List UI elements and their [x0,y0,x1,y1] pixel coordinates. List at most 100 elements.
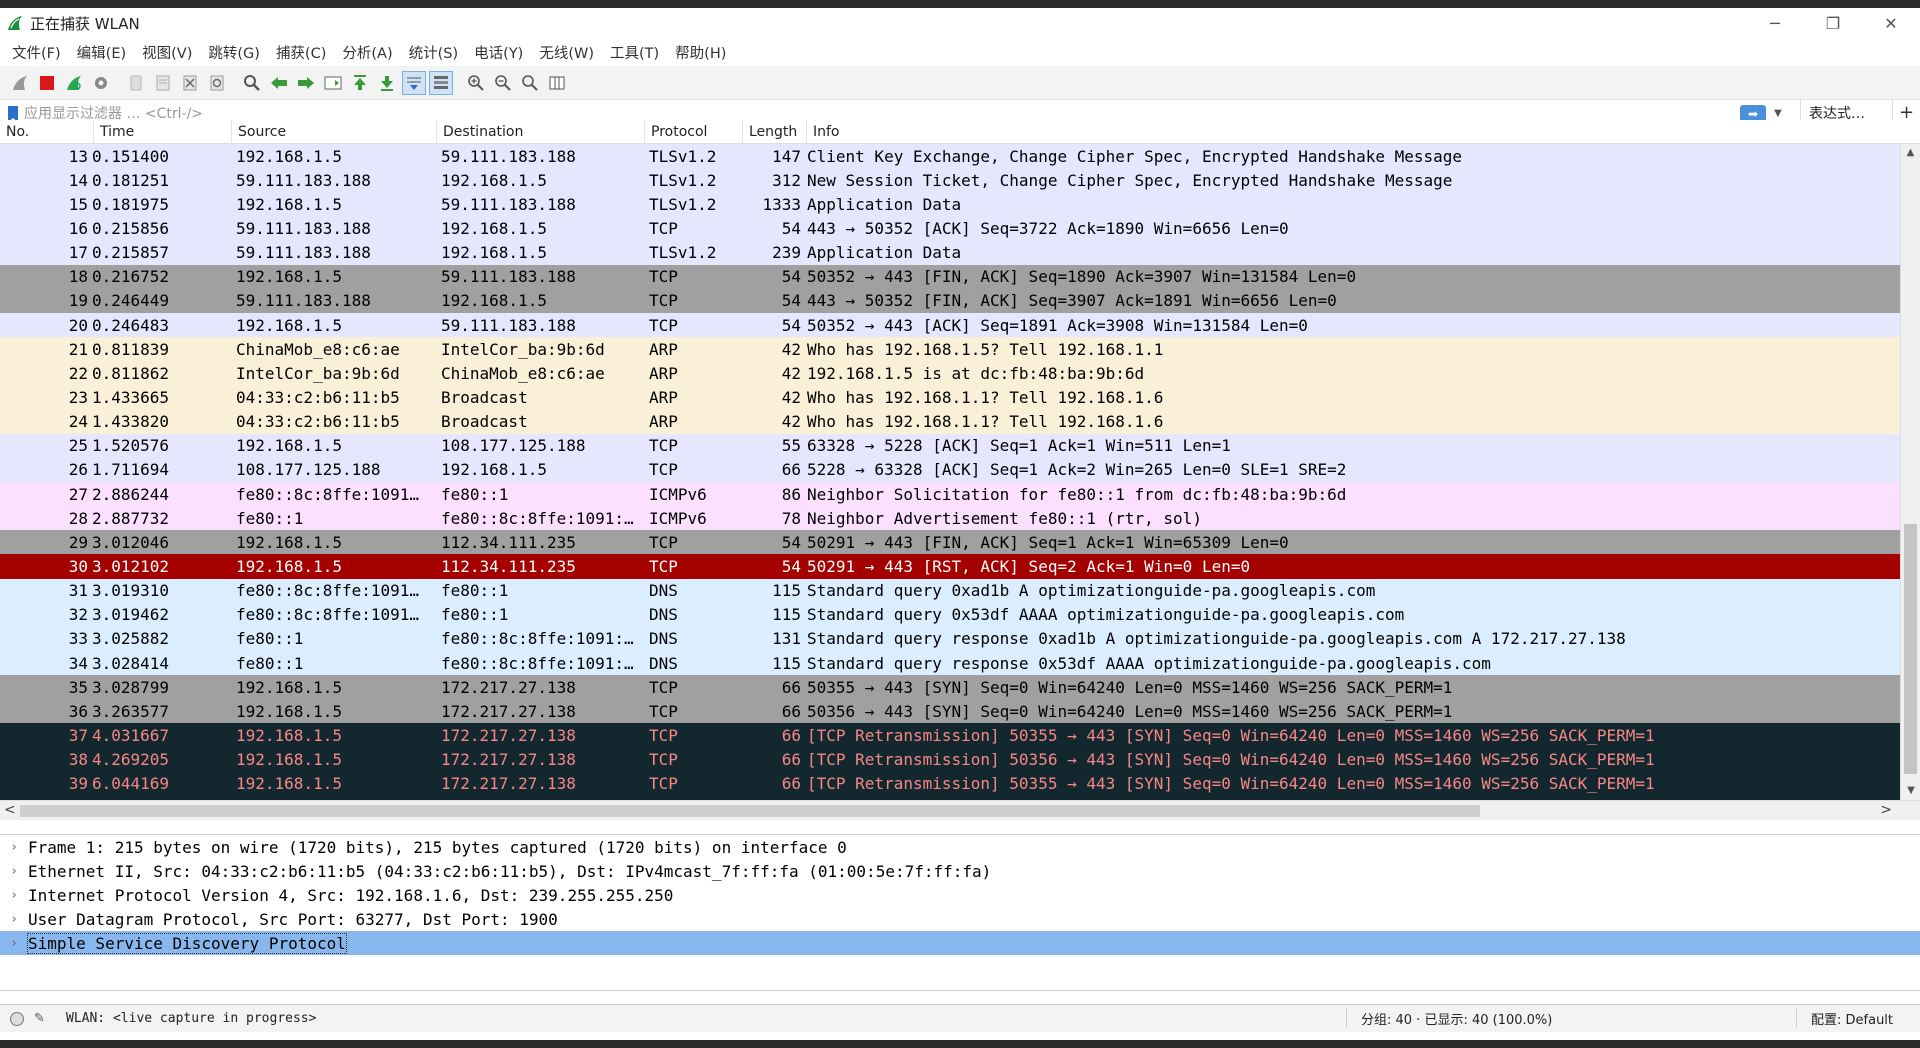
packet-info: [TCP Retransmission] 50356 → 443 [SYN] S… [807,750,1655,770]
packet-row[interactable]: 38 4.269205 192.168.1.5 172.217.27.138 TCP 66… [0,747,1900,772]
column-protocol[interactable]: Protocol [645,119,743,144]
detail-tree-item[interactable]: › Ethernet II, Src: 04:33:c2:b6:11:b5 (04… [0,859,1920,883]
packet-row[interactable]: 26 1.711694 108.177.125.188 192.168.1.5 TCP 6… [0,457,1900,482]
packet-row[interactable]: 31 3.019310 fe80::8c:8ffe:1091… fe80::1 DNS 1… [0,578,1900,603]
menu-statistics[interactable]: 统计(S) [401,42,467,63]
expand-chevron-icon[interactable]: › [0,888,28,903]
zoom-normal-icon[interactable] [518,71,542,95]
scroll-right-icon[interactable]: > [1880,802,1892,818]
zoom-in-icon[interactable] [464,71,488,95]
packet-row[interactable]: 13 0.151400 192.168.1.5 59.111.183.188 TLSv1… [0,144,1900,169]
capture-comment-icon[interactable]: ✎ [34,1011,50,1026]
horizontal-scroll-thumb[interactable] [20,805,1480,817]
packet-row[interactable]: 22 0.811862 IntelCor_ba:9b:6d ChinaMob_e8:c… [0,361,1900,386]
packet-row[interactable]: 18 0.216752 192.168.1.5 59.111.183.188 TCP 54… [0,264,1900,289]
packet-row[interactable]: 36 3.263577 192.168.1.5 172.217.27.138 TCP 66… [0,699,1900,724]
resize-columns-icon[interactable] [545,71,569,95]
packet-row[interactable]: 17 0.215857 59.111.183.188 192.168.1.5 TLSv1… [0,240,1900,265]
menu-edit[interactable]: 编辑(E) [69,42,134,63]
packet-row[interactable]: 23 1.433665 04:33:c2:b6:11:b5 Broadcast ARP 4… [0,385,1900,410]
packet-protocol: ICMPv6 [649,484,707,504]
minimize-button[interactable]: ─ [1746,8,1804,38]
find-packet-icon[interactable] [240,71,264,95]
scroll-left-icon[interactable]: < [4,802,16,818]
packet-row[interactable]: 24 1.433820 04:33:c2:b6:11:b5 Broadcast ARP 4… [0,409,1900,434]
expand-chevron-icon[interactable]: › [0,864,28,879]
packet-row[interactable]: 16 0.215856 59.111.183.188 192.168.1.5 TCP 54… [0,216,1900,241]
menu-help[interactable]: 帮助(H) [667,42,734,63]
zoom-out-icon[interactable] [491,71,515,95]
menu-wireless[interactable]: 无线(W) [531,42,602,63]
packet-row[interactable]: 25 1.520576 192.168.1.5 108.177.125.188 TCP 5… [0,433,1900,458]
start-capture-fin-icon[interactable] [8,71,32,95]
packet-row[interactable]: 33 3.025882 fe80::1 fe80::8c:8ffe:1091:… DNS… [0,626,1900,651]
first-packet-icon[interactable] [348,71,372,95]
autoscroll-icon[interactable] [402,70,426,95]
expand-chevron-icon[interactable]: › [0,840,28,855]
menu-view[interactable]: 视图(V) [134,42,200,63]
expert-info-icon[interactable] [10,1011,24,1026]
scroll-down-icon[interactable]: ▼ [1901,782,1920,800]
maximize-button[interactable]: ❐ [1804,8,1862,38]
packet-row[interactable]: 39 6.044169 192.168.1.5 172.217.27.138 TCP 66… [0,771,1900,796]
packet-destination: Broadcast [441,412,528,432]
expand-chevron-icon[interactable]: › [0,912,28,927]
packet-no: 29 [68,532,88,552]
column-length[interactable]: Length [743,119,807,144]
go-forward-arrow-icon[interactable] [294,71,318,95]
packet-row[interactable]: 28 2.887732 fe80::1 fe80::8c:8ffe:1091:… ICM… [0,506,1900,531]
go-back-arrow-icon[interactable] [267,71,291,95]
packet-row[interactable]: 20 0.246483 192.168.1.5 59.111.183.188 TCP 54… [0,312,1900,338]
column-time[interactable]: Time [94,119,232,144]
save-file-icon[interactable] [151,71,175,95]
packet-length: 42 [781,339,801,359]
packet-row[interactable]: 34 3.028414 fe80::1 fe80::8c:8ffe:1091:… DNS… [0,650,1900,676]
packet-row[interactable]: 32 3.019462 fe80::8c:8ffe:1091… fe80::1 DNS 1… [0,602,1900,627]
packet-row[interactable]: 19 0.246449 59.111.183.188 192.168.1.5 TCP 54… [0,288,1900,313]
capture-options-gear-icon[interactable] [89,71,113,95]
expand-chevron-icon[interactable]: › [0,936,28,951]
packet-row[interactable]: 21 0.811839 ChinaMob_e8:c6:ae IntelCor_ba:9… [0,337,1900,362]
menu-analyze[interactable]: 分析(A) [334,42,400,63]
column-info[interactable]: Info [807,120,1920,144]
packet-row[interactable]: 35 3.028799 192.168.1.5 172.217.27.138 TCP 66… [0,675,1900,700]
column-no[interactable]: No. [0,119,94,144]
detail-tree-item[interactable]: › User Datagram Protocol, Src Port: 63277… [0,907,1920,931]
colorize-list-icon[interactable] [429,70,453,95]
close-button[interactable]: ✕ [1862,8,1920,38]
packet-row[interactable]: 37 4.031667 192.168.1.5 172.217.27.138 TCP 66… [0,723,1900,748]
profile-selector[interactable]: 配置: Default [1796,1009,1920,1028]
packet-row[interactable]: 14 0.181251 59.111.183.188 192.168.1.5 TLSv1… [0,168,1900,193]
title-bar: 正在捕获 WLAN ─ ❐ ✕ [0,8,1920,38]
menu-file[interactable]: 文件(F) [4,42,69,63]
open-file-icon[interactable] [124,71,148,95]
scroll-thumb[interactable] [1904,524,1917,774]
packet-row[interactable]: 30 3.012102 192.168.1.5 112.34.111.235 TCP 54… [0,554,1900,579]
packet-row[interactable]: 15 0.181975 192.168.1.5 59.111.183.188 TLSv1… [0,192,1900,217]
packet-protocol: TLSv1.2 [649,194,717,214]
packet-row[interactable]: 27 2.886244 fe80::8c:8ffe:1091… fe80::1 ICMP… [0,481,1900,507]
packet-list-vertical-scrollbar[interactable]: ▲ ▼ [1900,144,1920,800]
packet-list-horizontal-scrollbar[interactable]: < > [0,800,1920,820]
restart-capture-icon[interactable] [62,71,86,95]
detail-tree-item[interactable]: › Simple Service Discovery Protocol [0,931,1920,955]
packet-no: 32 [68,605,88,625]
packet-count-stats: 分组: 40 · 已显示: 40 (100.0%) [1346,1009,1796,1028]
last-packet-icon[interactable] [375,71,399,95]
detail-tree-item[interactable]: › Internet Protocol Version 4, Src: 192.1… [0,883,1920,907]
column-source[interactable]: Source [232,119,437,144]
go-to-packet-icon[interactable] [321,71,345,95]
column-destination[interactable]: Destination [437,119,645,144]
packet-destination: 192.168.1.5 [441,243,547,263]
menu-tools[interactable]: 工具(T) [602,42,667,63]
menu-go[interactable]: 跳转(G) [200,42,268,63]
menu-capture[interactable]: 捕获(C) [268,42,334,63]
reload-file-icon[interactable] [205,71,229,95]
filter-history-dropdown-icon[interactable]: ▼ [1770,108,1786,119]
detail-tree-item[interactable]: › Frame 1: 215 bytes on wire (1720 bits),… [0,835,1920,859]
close-file-icon[interactable] [178,71,202,95]
menu-telephony[interactable]: 电话(Y) [466,42,531,63]
stop-capture-icon[interactable] [35,71,59,95]
packet-row[interactable]: 29 3.012046 192.168.1.5 112.34.111.235 TCP 54… [0,530,1900,555]
scroll-up-icon[interactable]: ▲ [1901,144,1920,162]
